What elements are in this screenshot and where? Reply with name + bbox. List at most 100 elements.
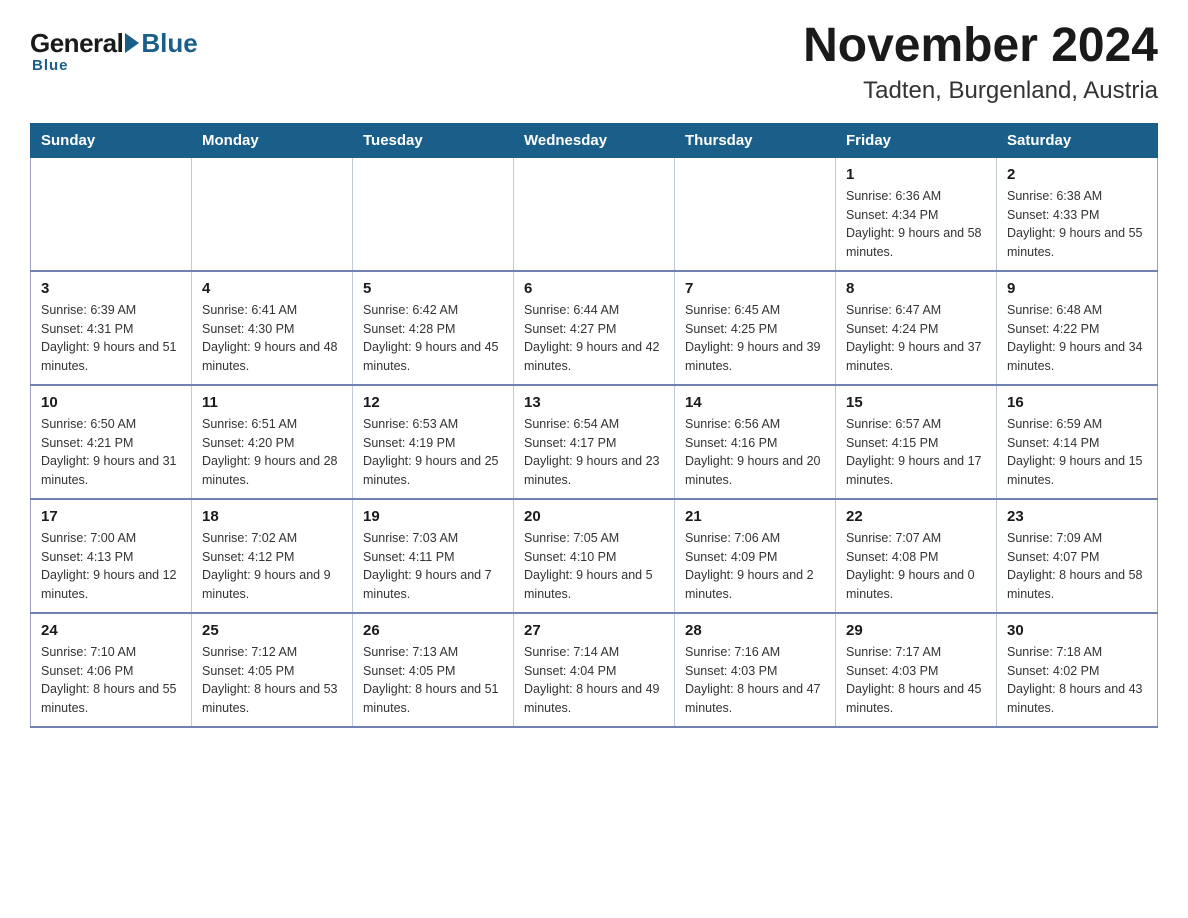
calendar-cell: 17 Sunrise: 7:00 AMSunset: 4:13 PMDayligh… <box>31 499 192 613</box>
day-number: 7 <box>685 280 825 297</box>
day-number: 25 <box>202 622 342 639</box>
weekday-header-tuesday: Tuesday <box>353 123 514 157</box>
day-info: Sunrise: 6:51 AMSunset: 4:20 PMDaylight:… <box>202 415 342 490</box>
week-row-1: 1 Sunrise: 6:36 AMSunset: 4:34 PMDaylight… <box>31 157 1158 271</box>
calendar-cell: 24 Sunrise: 7:10 AMSunset: 4:06 PMDayligh… <box>31 613 192 727</box>
weekday-header-row: SundayMondayTuesdayWednesdayThursdayFrid… <box>31 123 1158 157</box>
day-number: 16 <box>1007 394 1147 411</box>
week-row-4: 17 Sunrise: 7:00 AMSunset: 4:13 PMDayligh… <box>31 499 1158 613</box>
calendar-table: SundayMondayTuesdayWednesdayThursdayFrid… <box>30 123 1158 728</box>
calendar-cell: 1 Sunrise: 6:36 AMSunset: 4:34 PMDaylight… <box>836 157 997 271</box>
day-number: 14 <box>685 394 825 411</box>
day-number: 12 <box>363 394 503 411</box>
weekday-header-sunday: Sunday <box>31 123 192 157</box>
day-info: Sunrise: 6:41 AMSunset: 4:30 PMDaylight:… <box>202 301 342 376</box>
day-info: Sunrise: 7:09 AMSunset: 4:07 PMDaylight:… <box>1007 529 1147 604</box>
calendar-cell: 5Sunrise: 6:42 AMSunset: 4:28 PMDaylight… <box>353 271 514 385</box>
day-number: 9 <box>1007 280 1147 297</box>
calendar-cell: 25 Sunrise: 7:12 AMSunset: 4:05 PMDayligh… <box>192 613 353 727</box>
calendar-cell: 19 Sunrise: 7:03 AMSunset: 4:11 PMDayligh… <box>353 499 514 613</box>
calendar-cell: 8 Sunrise: 6:47 AMSunset: 4:24 PMDaylight… <box>836 271 997 385</box>
week-row-5: 24 Sunrise: 7:10 AMSunset: 4:06 PMDayligh… <box>31 613 1158 727</box>
day-info: Sunrise: 7:18 AMSunset: 4:02 PMDaylight:… <box>1007 643 1147 718</box>
day-info: Sunrise: 7:05 AMSunset: 4:10 PMDaylight:… <box>524 529 664 604</box>
calendar-cell <box>675 157 836 271</box>
calendar-cell: 9 Sunrise: 6:48 AMSunset: 4:22 PMDaylight… <box>997 271 1158 385</box>
day-info: Sunrise: 6:38 AMSunset: 4:33 PMDaylight:… <box>1007 187 1147 262</box>
day-info: Sunrise: 7:13 AMSunset: 4:05 PMDaylight:… <box>363 643 503 718</box>
day-number: 5 <box>363 280 503 297</box>
day-info: Sunrise: 6:39 AMSunset: 4:31 PMDaylight:… <box>41 301 181 376</box>
calendar-cell: 13 Sunrise: 6:54 AMSunset: 4:17 PMDayligh… <box>514 385 675 499</box>
day-info: Sunrise: 6:57 AMSunset: 4:15 PMDaylight:… <box>846 415 986 490</box>
day-number: 13 <box>524 394 664 411</box>
day-number: 6 <box>524 280 664 297</box>
day-number: 19 <box>363 508 503 525</box>
day-info: Sunrise: 6:47 AMSunset: 4:24 PMDaylight:… <box>846 301 986 376</box>
calendar-cell: 12 Sunrise: 6:53 AMSunset: 4:19 PMDayligh… <box>353 385 514 499</box>
day-info: Sunrise: 7:14 AMSunset: 4:04 PMDaylight:… <box>524 643 664 718</box>
calendar-cell: 20 Sunrise: 7:05 AMSunset: 4:10 PMDayligh… <box>514 499 675 613</box>
calendar-cell: 21 Sunrise: 7:06 AMSunset: 4:09 PMDayligh… <box>675 499 836 613</box>
calendar-cell: 30 Sunrise: 7:18 AMSunset: 4:02 PMDayligh… <box>997 613 1158 727</box>
calendar-cell <box>31 157 192 271</box>
day-info: Sunrise: 7:17 AMSunset: 4:03 PMDaylight:… <box>846 643 986 718</box>
weekday-header-wednesday: Wednesday <box>514 123 675 157</box>
calendar-cell <box>353 157 514 271</box>
month-year-title: November 2024 <box>803 20 1158 73</box>
week-row-3: 10Sunrise: 6:50 AMSunset: 4:21 PMDayligh… <box>31 385 1158 499</box>
day-number: 22 <box>846 508 986 525</box>
day-number: 27 <box>524 622 664 639</box>
calendar-cell: 22 Sunrise: 7:07 AMSunset: 4:08 PMDayligh… <box>836 499 997 613</box>
calendar-cell: 3Sunrise: 6:39 AMSunset: 4:31 PMDaylight… <box>31 271 192 385</box>
day-number: 2 <box>1007 166 1147 183</box>
day-info: Sunrise: 6:36 AMSunset: 4:34 PMDaylight:… <box>846 187 986 262</box>
day-info: Sunrise: 7:12 AMSunset: 4:05 PMDaylight:… <box>202 643 342 718</box>
day-info: Sunrise: 6:54 AMSunset: 4:17 PMDaylight:… <box>524 415 664 490</box>
day-number: 30 <box>1007 622 1147 639</box>
day-info: Sunrise: 6:50 AMSunset: 4:21 PMDaylight:… <box>41 415 181 490</box>
day-number: 24 <box>41 622 181 639</box>
day-info: Sunrise: 7:07 AMSunset: 4:08 PMDaylight:… <box>846 529 986 604</box>
calendar-cell: 15 Sunrise: 6:57 AMSunset: 4:15 PMDayligh… <box>836 385 997 499</box>
logo-arrow-icon <box>125 33 139 53</box>
calendar-cell: 26Sunrise: 7:13 AMSunset: 4:05 PMDayligh… <box>353 613 514 727</box>
logo-general-text: General <box>30 28 123 59</box>
day-number: 11 <box>202 394 342 411</box>
day-number: 8 <box>846 280 986 297</box>
calendar-cell: 23 Sunrise: 7:09 AMSunset: 4:07 PMDayligh… <box>997 499 1158 613</box>
header-area: General Blue Blue November 2024 Tadten, … <box>30 20 1158 105</box>
calendar-cell: 18Sunrise: 7:02 AMSunset: 4:12 PMDayligh… <box>192 499 353 613</box>
day-info: Sunrise: 6:53 AMSunset: 4:19 PMDaylight:… <box>363 415 503 490</box>
day-number: 4 <box>202 280 342 297</box>
day-number: 17 <box>41 508 181 525</box>
day-number: 20 <box>524 508 664 525</box>
day-info: Sunrise: 7:06 AMSunset: 4:09 PMDaylight:… <box>685 529 825 604</box>
calendar-cell: 2 Sunrise: 6:38 AMSunset: 4:33 PMDaylight… <box>997 157 1158 271</box>
day-number: 18 <box>202 508 342 525</box>
day-info: Sunrise: 6:45 AMSunset: 4:25 PMDaylight:… <box>685 301 825 376</box>
calendar-cell: 29 Sunrise: 7:17 AMSunset: 4:03 PMDayligh… <box>836 613 997 727</box>
logo: General Blue Blue <box>30 20 198 74</box>
calendar-cell <box>514 157 675 271</box>
day-number: 23 <box>1007 508 1147 525</box>
day-info: Sunrise: 6:48 AMSunset: 4:22 PMDaylight:… <box>1007 301 1147 376</box>
calendar-cell: 7 Sunrise: 6:45 AMSunset: 4:25 PMDaylight… <box>675 271 836 385</box>
calendar-cell: 16 Sunrise: 6:59 AMSunset: 4:14 PMDayligh… <box>997 385 1158 499</box>
calendar-cell <box>192 157 353 271</box>
day-info: Sunrise: 7:03 AMSunset: 4:11 PMDaylight:… <box>363 529 503 604</box>
logo-subtitle: Blue <box>32 57 69 74</box>
day-info: Sunrise: 7:00 AMSunset: 4:13 PMDaylight:… <box>41 529 181 604</box>
day-number: 29 <box>846 622 986 639</box>
week-row-2: 3Sunrise: 6:39 AMSunset: 4:31 PMDaylight… <box>31 271 1158 385</box>
weekday-header-monday: Monday <box>192 123 353 157</box>
day-info: Sunrise: 7:16 AMSunset: 4:03 PMDaylight:… <box>685 643 825 718</box>
calendar-cell: 11 Sunrise: 6:51 AMSunset: 4:20 PMDayligh… <box>192 385 353 499</box>
day-number: 21 <box>685 508 825 525</box>
day-info: Sunrise: 7:10 AMSunset: 4:06 PMDaylight:… <box>41 643 181 718</box>
day-info: Sunrise: 6:59 AMSunset: 4:14 PMDaylight:… <box>1007 415 1147 490</box>
day-number: 15 <box>846 394 986 411</box>
title-area: November 2024 Tadten, Burgenland, Austri… <box>803 20 1158 105</box>
day-number: 28 <box>685 622 825 639</box>
day-number: 1 <box>846 166 986 183</box>
